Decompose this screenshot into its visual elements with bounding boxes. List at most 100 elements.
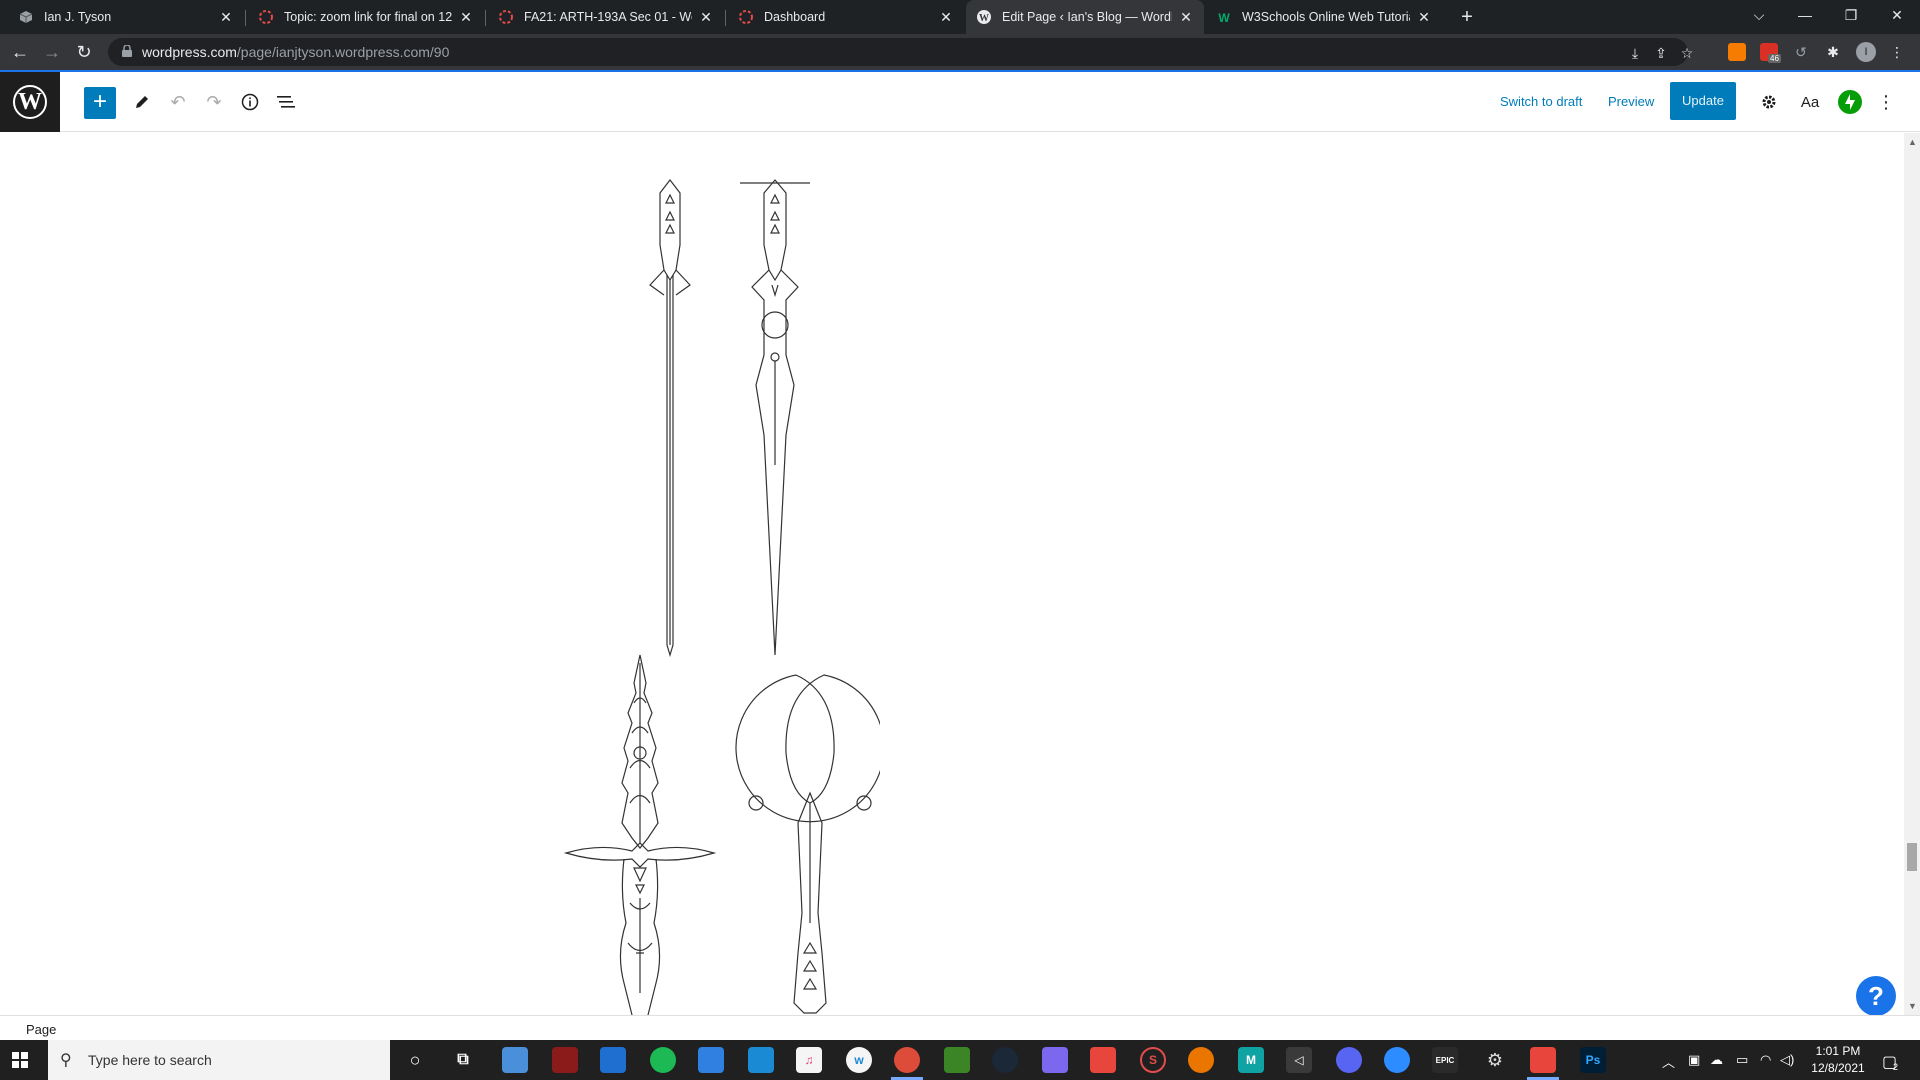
close-icon[interactable]: ✕ xyxy=(458,9,474,26)
discord-icon[interactable] xyxy=(1336,1047,1362,1073)
url-host: wordpress.com xyxy=(142,44,237,60)
settings-gear-icon[interactable]: ⚙ xyxy=(1482,1047,1508,1073)
reload-button[interactable]: ↻ xyxy=(72,40,96,64)
sword-scepter-sketches-image[interactable] xyxy=(560,653,880,1015)
undo-icon[interactable]: ↶ xyxy=(164,88,192,116)
itunes-icon[interactable]: ♫ xyxy=(796,1047,822,1073)
spotify-icon[interactable] xyxy=(650,1047,676,1073)
scroll-down-arrow-icon[interactable]: ▼ xyxy=(1908,1001,1917,1011)
gear-icon[interactable] xyxy=(1755,88,1783,116)
share-icon[interactable]: ⇪ xyxy=(1652,44,1670,62)
help-button[interactable]: ? xyxy=(1856,976,1896,1016)
tab-title: FA21: ARTH-193A Sec 01 - World xyxy=(524,10,692,24)
editor-footer: Page xyxy=(0,1015,1920,1040)
silhouette-icon[interactable]: S xyxy=(1140,1047,1166,1073)
battery-icon[interactable]: ▭ xyxy=(1736,1052,1748,1068)
cortana-icon[interactable]: ○ xyxy=(402,1047,428,1073)
options-menu-icon[interactable]: ⋮ xyxy=(1872,88,1900,116)
history-icon[interactable]: ↺ xyxy=(1792,43,1810,61)
minimize-button[interactable]: — xyxy=(1780,0,1830,30)
tab-arth-193a[interactable]: FA21: ARTH-193A Sec 01 - World ✕ xyxy=(488,0,724,34)
more-menu-icon[interactable]: ⋮ xyxy=(1888,43,1906,61)
tab-dashboard[interactable]: Dashboard ✕ xyxy=(728,0,964,34)
editor-header: W + ↶ ↷ Switch to draft Preview Update A… xyxy=(0,72,1920,132)
extensions-puzzle-icon[interactable]: ✱ xyxy=(1824,43,1842,61)
cube-icon xyxy=(18,9,34,25)
pencil-tools-icon[interactable] xyxy=(128,88,156,116)
install-icon[interactable]: ⤓ xyxy=(1626,44,1644,62)
tab-edit-page[interactable]: W Edit Page ‹ Ian's Blog — WordPress ✕ xyxy=(966,0,1204,34)
tab-divider xyxy=(245,10,246,26)
forward-button[interactable]: → xyxy=(40,40,64,64)
wifi-icon[interactable]: ◠ xyxy=(1760,1052,1771,1068)
breadcrumb[interactable]: Page xyxy=(26,1022,56,1037)
switch-to-draft-button[interactable]: Switch to draft xyxy=(1500,94,1582,109)
taskbar-search-box[interactable]: ⚲ Type here to search xyxy=(48,1040,390,1080)
search-placeholder: Type here to search xyxy=(88,1052,212,1068)
svg-text:W: W xyxy=(1218,11,1230,25)
address-bar[interactable]: wordpress.com/page/ianjtyson.wordpress.c… xyxy=(108,38,1693,66)
steam-icon[interactable] xyxy=(992,1047,1018,1073)
red-dotted-circle-icon xyxy=(738,9,754,25)
red-app-icon[interactable] xyxy=(552,1047,578,1073)
photoshop-icon[interactable]: Ps xyxy=(1580,1047,1606,1073)
file-explorer-icon[interactable] xyxy=(502,1047,528,1073)
chrome-icon[interactable] xyxy=(894,1047,920,1073)
tab-ian-tyson[interactable]: Ian J. Tyson ✕ xyxy=(8,0,244,34)
maya-icon[interactable]: M xyxy=(1238,1047,1264,1073)
restore-button[interactable]: ❐ xyxy=(1826,0,1876,30)
close-window-button[interactable]: ✕ xyxy=(1872,0,1920,30)
windows-start-button[interactable] xyxy=(12,1052,28,1068)
paint-icon[interactable] xyxy=(1042,1047,1068,1073)
wacom-icon[interactable]: w xyxy=(846,1047,872,1073)
visual-studio-icon[interactable]: ◁ xyxy=(1286,1047,1312,1073)
tab-search-chevron-icon[interactable]: ⌵ xyxy=(1734,0,1784,30)
editor-canvas[interactable]: ▲ ▼ xyxy=(0,133,1920,1015)
creative-cloud-2-icon[interactable] xyxy=(1530,1047,1556,1073)
new-tab-button[interactable]: + xyxy=(1455,5,1479,29)
microsoft-store-icon[interactable] xyxy=(600,1047,626,1073)
mail-icon[interactable] xyxy=(698,1047,724,1073)
bookmark-star-icon[interactable]: ☆ xyxy=(1678,44,1696,62)
close-icon[interactable]: ✕ xyxy=(1178,9,1194,26)
tray-app-icon[interactable]: ▣ xyxy=(1688,1052,1700,1068)
zoom-icon[interactable] xyxy=(1384,1047,1410,1073)
tab-w3schools[interactable]: W W3Schools Online Web Tutorials ✕ xyxy=(1206,0,1442,34)
preview-button[interactable]: Preview xyxy=(1608,94,1654,109)
close-icon[interactable]: ✕ xyxy=(1416,9,1432,26)
search-icon: ⚲ xyxy=(60,1052,72,1069)
svg-text:W: W xyxy=(979,13,989,24)
update-button[interactable]: Update xyxy=(1670,82,1736,120)
close-icon[interactable]: ✕ xyxy=(218,9,234,26)
info-icon[interactable] xyxy=(236,88,264,116)
red-dotted-circle-icon xyxy=(258,9,274,25)
list-view-icon[interactable] xyxy=(272,88,300,116)
jetpack-icon[interactable] xyxy=(1838,90,1862,114)
wordpress-icon: W xyxy=(13,85,47,119)
redo-icon[interactable]: ↷ xyxy=(200,88,228,116)
add-block-button[interactable]: + xyxy=(84,87,116,119)
back-button[interactable]: ← xyxy=(8,40,32,64)
volume-icon[interactable]: ◁) xyxy=(1780,1052,1794,1068)
avatar[interactable]: I xyxy=(1856,42,1876,62)
calculator-icon[interactable] xyxy=(748,1047,774,1073)
browser-toolbar: ← → ↻ wordpress.com/page/ianjtyson.wordp… xyxy=(0,34,1920,70)
tray-chevron-icon[interactable]: ︿ xyxy=(1662,1052,1675,1071)
creative-cloud-icon[interactable] xyxy=(1090,1047,1116,1073)
tab-topic-zoom[interactable]: Topic: zoom link for final on 12/9 ✕ xyxy=(248,0,484,34)
onedrive-icon[interactable]: ☁ xyxy=(1710,1052,1723,1068)
typography-icon[interactable]: Aa xyxy=(1796,88,1824,116)
task-view-icon[interactable]: ⧉ xyxy=(450,1047,476,1073)
close-icon[interactable]: ✕ xyxy=(938,9,954,26)
epic-games-icon[interactable]: EPIC xyxy=(1432,1047,1458,1073)
close-icon[interactable]: ✕ xyxy=(698,9,714,26)
wordpress-logo-button[interactable]: W xyxy=(0,72,60,132)
vertical-scrollbar[interactable]: ▲ ▼ xyxy=(1904,133,1920,1015)
scroll-up-arrow-icon[interactable]: ▲ xyxy=(1908,137,1917,147)
blender-icon[interactable] xyxy=(1188,1047,1214,1073)
scrollbar-thumb[interactable] xyxy=(1907,843,1917,871)
extension-icon-orange[interactable] xyxy=(1728,43,1746,61)
minecraft-icon[interactable] xyxy=(944,1047,970,1073)
dagger-sketches-image[interactable] xyxy=(640,175,820,685)
system-clock[interactable]: 1:01 PM 12/8/2021 xyxy=(1800,1043,1876,1077)
